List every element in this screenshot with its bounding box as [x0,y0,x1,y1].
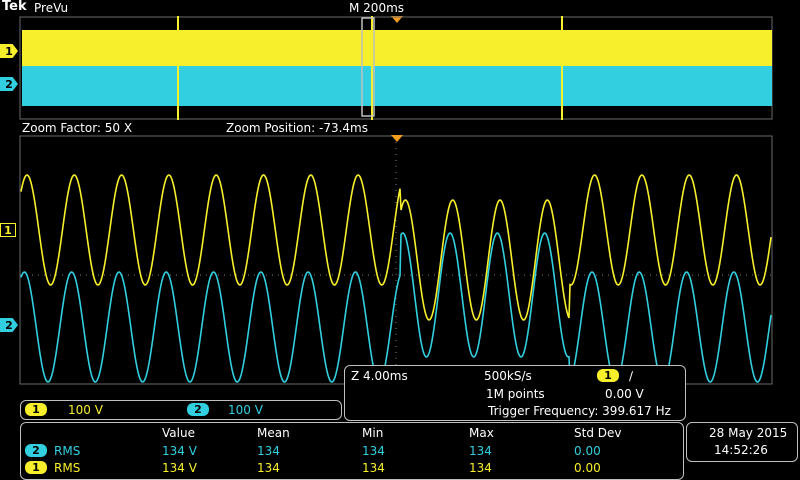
time-readout: 14:52:26 [714,443,768,457]
measurement-panel[interactable]: Value Mean Min Max Std Dev 2 RMS 134 V 1… [20,422,684,480]
trigger-source-badge[interactable]: 1 [597,369,619,382]
meas-row1-mean: 134 [257,444,280,458]
measurement-row[interactable]: 2 RMS 134 V 134 134 134 0.00 [21,443,681,459]
header-value: Value [162,426,195,440]
zoom-waveform[interactable] [0,135,800,385]
zoom-position: Zoom Position: -73.4ms [226,121,368,135]
trigger-level: 0.00 V [605,387,644,401]
acquisition-panel[interactable]: Z 4.00ms 500kS/s 1 ∕ 1M points 0.00 V Tr… [344,365,686,421]
meas-row1-std: 0.00 [574,444,601,458]
acquisition-mode: PreVu [34,1,69,15]
ch1-scale: 100 V [68,403,103,417]
datetime-panel[interactable]: 28 May 2015 14:52:26 [686,422,798,462]
trigger-frequency: Trigger Frequency: 399.617 Hz [488,404,671,418]
meas-row1-min: 134 [362,444,385,458]
ch2-trace [20,232,772,383]
meas-row2-value: 134 V [162,461,197,475]
brand-logo: Tek [2,0,27,14]
ch2-badge[interactable]: 2 [187,403,209,416]
zoom-factor: Zoom Factor: 50 X [22,121,133,135]
meas-row1-value: 134 V [162,444,197,458]
header-mean: Mean [257,426,290,440]
timebase-readout[interactable]: M 200ms [349,1,404,15]
sample-rate: 500kS/s [484,369,532,383]
meas-row1-channel-badge: 2 [25,444,47,457]
record-length: 1M points [486,387,545,401]
measurement-row[interactable]: 1 RMS 134 V 134 134 134 0.00 [21,460,681,476]
header-min: Min [362,426,384,440]
meas-row2-channel-badge: 1 [25,461,47,474]
ch1-zoom-marker[interactable]: 1 [0,223,16,237]
overview-ch2-band [22,66,772,106]
date-readout: 28 May 2015 [709,426,788,440]
zoom-trigger-position-icon[interactable] [391,135,403,142]
meas-row1-name: RMS [54,444,81,458]
header-std-dev: Std Dev [574,426,622,440]
meas-row2-std: 0.00 [574,461,601,475]
ch1-badge[interactable]: 1 [25,403,47,416]
trigger-slope-icon: ∕ [629,369,634,383]
header-max: Max [469,426,494,440]
overview-waveform[interactable] [0,16,800,120]
meas-row2-max: 134 [469,461,492,475]
overview-ch1-band [22,30,772,66]
zoom-time-scale: Z 4.00ms [351,369,408,383]
meas-row1-max: 134 [469,444,492,458]
meas-row2-mean: 134 [257,461,280,475]
meas-row2-min: 134 [362,461,385,475]
channel-scale-panel[interactable]: 1 100 V 2 100 V [20,400,342,420]
ch2-scale: 100 V [228,403,263,417]
meas-row2-name: RMS [54,461,81,475]
